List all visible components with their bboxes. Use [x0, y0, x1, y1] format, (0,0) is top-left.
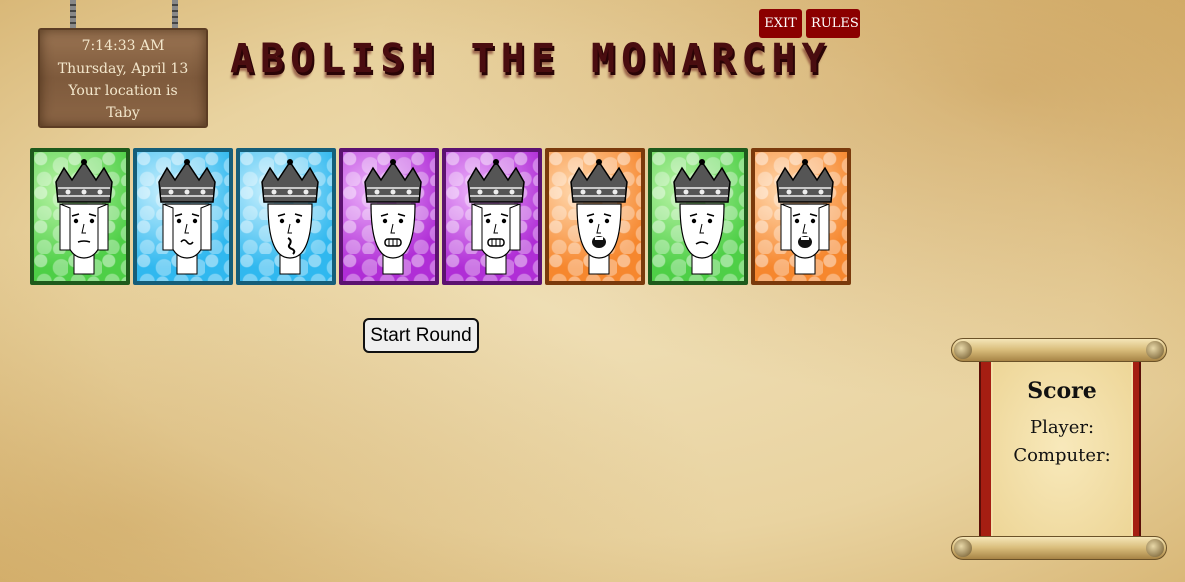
location-name: Taby [106, 105, 140, 121]
computer-score-label: Computer: [1013, 445, 1111, 466]
score-title: Score [1027, 378, 1097, 404]
king-card-6[interactable] [545, 148, 645, 285]
clock-date: Thursday, April 13 [57, 61, 189, 77]
game-title: ABOLISH THE MONARCHY [230, 36, 832, 82]
player-score-label: Player: [1029, 417, 1095, 438]
king-card-1[interactable] [30, 148, 130, 285]
score-scroll: Score Player: Computer: [951, 338, 1167, 560]
king-face-icon [240, 152, 332, 281]
king-face-icon [34, 152, 126, 281]
scroll-rod-bottom [951, 536, 1167, 560]
king-face-icon [755, 152, 847, 281]
clock-sign: 7:14:33 AM Thursday, April 13 Your locat… [38, 28, 208, 128]
king-face-icon [446, 152, 538, 281]
king-face-icon [137, 152, 229, 281]
sign-chain-left [70, 0, 76, 30]
king-card-4[interactable] [339, 148, 439, 285]
king-face-icon [343, 152, 435, 281]
king-card-5[interactable] [442, 148, 542, 285]
location-prefix: Your location is [68, 83, 178, 99]
start-round-button[interactable]: Start Round [363, 318, 479, 353]
king-card-2[interactable] [133, 148, 233, 285]
king-face-icon [549, 152, 641, 281]
king-card-8[interactable] [751, 148, 851, 285]
king-face-icon [652, 152, 744, 281]
king-card-7[interactable] [648, 148, 748, 285]
sign-chain-right [172, 0, 178, 30]
exit-button[interactable]: EXIT [759, 9, 802, 38]
scroll-paper: Score Player: Computer: [979, 356, 1141, 540]
scroll-rod-top [951, 338, 1167, 362]
rules-button[interactable]: RULES [806, 9, 860, 38]
clock-time: 7:14:33 AM [81, 38, 165, 54]
king-card-3[interactable] [236, 148, 336, 285]
